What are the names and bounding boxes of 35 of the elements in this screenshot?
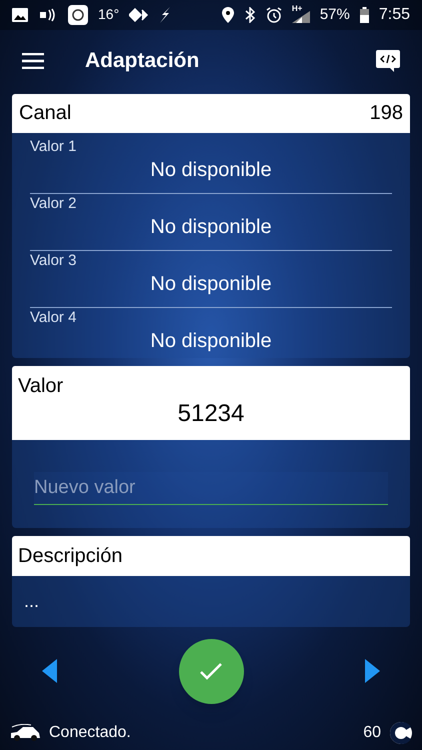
current-value: 51234	[178, 398, 244, 429]
value-label: Valor 4	[30, 308, 78, 328]
current-value-label: Valor	[18, 374, 64, 398]
clock: 7:55	[378, 4, 410, 25]
screen-title: Adaptación	[85, 48, 200, 74]
previous-arrow-icon[interactable]	[42, 659, 57, 684]
location-icon	[222, 6, 234, 23]
network-type: H+	[292, 2, 302, 15]
value-label: Valor 2	[30, 194, 78, 214]
description-text: ...	[24, 590, 40, 613]
description-label: Descripción	[18, 544, 122, 569]
value-label: Valor 3	[30, 250, 78, 271]
value-label: Valor 1	[30, 136, 78, 157]
value-reading: No disponible	[150, 214, 272, 240]
value-reading: No disponible	[150, 328, 272, 354]
battery-icon	[360, 6, 369, 23]
channel-number: 198	[370, 101, 403, 126]
menu-icon[interactable]	[22, 52, 44, 69]
code-icon[interactable]	[376, 50, 400, 72]
connection-status: Conectado.	[49, 723, 131, 744]
signal-icon	[292, 10, 310, 23]
diamond-icon	[129, 8, 150, 22]
image-icon	[12, 8, 28, 22]
value-reading: No disponible	[150, 158, 272, 183]
car-icon	[9, 724, 41, 742]
channel-label: Canal	[19, 101, 72, 126]
temperature: 16°	[98, 5, 120, 24]
next-arrow-icon[interactable]	[365, 659, 380, 684]
alarm-icon	[266, 6, 282, 23]
counter: 60	[363, 723, 381, 744]
battery-percent: 57%	[320, 4, 350, 25]
value-reading: No disponible	[150, 272, 272, 297]
app-icon	[68, 4, 88, 25]
check-icon	[200, 662, 222, 680]
bluetooth-icon	[244, 6, 256, 23]
